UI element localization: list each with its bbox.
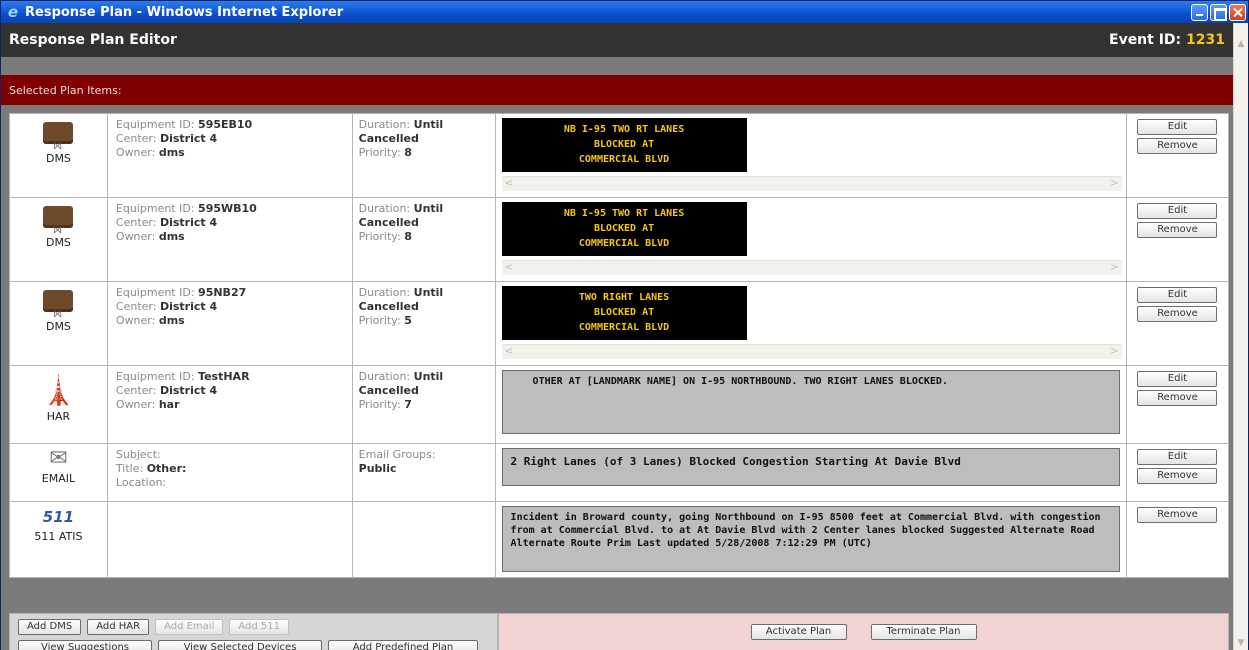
edit-button[interactable]: Edit xyxy=(1137,371,1218,387)
device-type: EMAIL xyxy=(41,472,76,485)
email-message-preview: 2 Right Lanes (of 3 Lanes) Blocked Conge… xyxy=(501,448,1120,486)
email-title: Other: xyxy=(146,462,187,475)
vertical-scrollbar[interactable]: ▲ ▼ xyxy=(1233,23,1248,650)
remove-button[interactable]: Remove xyxy=(1137,138,1218,154)
edit-button[interactable]: Edit xyxy=(1137,119,1218,135)
dms-message-preview: NB I-95 TWO RT LANES BLOCKED AT COMMERCI… xyxy=(501,202,747,256)
view-suggestions-button[interactable]: View Suggestions xyxy=(18,640,152,650)
section-bar: Selected Plan Items: xyxy=(1,75,1233,105)
editor-header: Response Plan Editor Event ID: 1231 xyxy=(1,23,1233,57)
terminate-plan-button[interactable]: Terminate Plan xyxy=(870,624,977,640)
maximize-icon[interactable] xyxy=(1210,3,1227,21)
edit-button[interactable]: Edit xyxy=(1137,449,1218,465)
duration: Until xyxy=(413,370,444,383)
equipment-id: 595EB10 xyxy=(198,118,253,131)
priority: 8 xyxy=(404,230,412,243)
minimize-icon[interactable] xyxy=(1191,3,1208,21)
table-row: DMS Equipment ID: 595EB10 Center: Distri… xyxy=(9,113,1230,198)
add-devices-panel: Add DMS Add HAR Add Email Add 511 View S… xyxy=(9,613,498,650)
scroll-up-icon[interactable]: ▲ xyxy=(1236,39,1246,49)
center: District 4 xyxy=(159,132,218,145)
remove-button[interactable]: Remove xyxy=(1137,507,1218,523)
browser-window: e Response Plan - Windows Internet Explo… xyxy=(0,0,1249,650)
section-label: Selected Plan Items: xyxy=(9,84,122,97)
add-har-button[interactable]: Add HAR xyxy=(87,619,150,635)
window-titlebar: e Response Plan - Windows Internet Explo… xyxy=(1,1,1248,23)
owner: har xyxy=(158,398,180,411)
dms-sign-icon xyxy=(43,290,74,320)
owner: dms xyxy=(158,314,185,327)
activate-plan-button[interactable]: Activate Plan xyxy=(750,624,847,640)
envelope-icon: ✉ xyxy=(49,446,68,471)
add-511-button[interactable]: Add 511 xyxy=(229,619,290,635)
equipment-id: 95NB27 xyxy=(198,286,247,299)
dms-message-preview: NB I-95 TWO RT LANES BLOCKED AT COMMERCI… xyxy=(501,118,747,172)
center: District 4 xyxy=(159,300,218,313)
duration: Until xyxy=(413,202,444,215)
priority: 5 xyxy=(404,314,412,327)
scroll-down-icon[interactable]: ▼ xyxy=(1236,638,1246,648)
owner: dms xyxy=(158,146,185,159)
device-type: DMS xyxy=(45,236,71,249)
action-bar: Add DMS Add HAR Add Email Add 511 View S… xyxy=(9,613,1229,650)
table-row: 🗼 HAR Equipment ID: TestHAR Center: Distr… xyxy=(9,365,1230,444)
table-row: ✉ EMAIL Subject: Title: Other: Location: … xyxy=(9,443,1230,502)
priority: 8 xyxy=(404,146,412,159)
page-content: Response Plan Editor Event ID: 1231 Sele… xyxy=(1,23,1233,650)
table-row: DMS Equipment ID: 595WB10 Center: Distri… xyxy=(9,197,1230,282)
duration: Until xyxy=(413,286,444,299)
radio-tower-icon: 🗼 xyxy=(41,374,76,407)
window-title: Response Plan - Windows Internet Explore… xyxy=(25,4,344,20)
remove-button[interactable]: Remove xyxy=(1137,390,1218,406)
dms-sign-icon xyxy=(43,206,74,236)
dms-message-preview: TWO RIGHT LANES BLOCKED AT COMMERCIAL BL… xyxy=(501,286,747,340)
device-type: DMS xyxy=(45,320,71,333)
horizontal-scrollbar[interactable]: < > xyxy=(501,344,1122,359)
plan-actions-panel: Activate Plan Terminate Plan xyxy=(498,613,1229,650)
event-id-value: 1231 xyxy=(1186,32,1225,48)
remove-button[interactable]: Remove xyxy=(1137,306,1218,322)
device-type: DMS xyxy=(45,152,71,165)
center: District 4 xyxy=(159,384,218,397)
atis-message-preview: Incident in Broward county, going Northb… xyxy=(501,506,1120,572)
priority: 7 xyxy=(404,398,412,411)
plan-items-table: DMS Equipment ID: 595EB10 Center: Distri… xyxy=(9,113,1230,578)
ie-logo-icon: e xyxy=(7,3,19,21)
close-icon[interactable] xyxy=(1229,3,1246,21)
add-predefined-plan-button[interactable]: Add Predefined Plan xyxy=(328,640,478,650)
table-row: 511 511 ATIS Incident in Broward county, … xyxy=(9,501,1230,578)
email-groups: Public xyxy=(358,462,397,475)
view-selected-devices-button[interactable]: View Selected Devices xyxy=(158,640,322,650)
device-type: 511 ATIS xyxy=(34,530,83,543)
horizontal-scrollbar[interactable]: < > xyxy=(501,176,1122,191)
owner: dms xyxy=(158,230,185,243)
event-id: Event ID: 1231 xyxy=(1109,32,1225,48)
dms-sign-icon xyxy=(43,122,74,152)
511-logo-icon: 511 xyxy=(42,508,75,526)
duration: Until xyxy=(413,118,444,131)
center: District 4 xyxy=(159,216,218,229)
add-dms-button[interactable]: Add DMS xyxy=(18,619,82,635)
remove-button[interactable]: Remove xyxy=(1137,222,1218,238)
table-row: DMS Equipment ID: 95NB27 Center: Distric… xyxy=(9,281,1230,366)
add-email-button[interactable]: Add Email xyxy=(155,619,224,635)
page-title: Response Plan Editor xyxy=(9,32,177,48)
equipment-id: TestHAR xyxy=(198,370,250,383)
horizontal-scrollbar[interactable]: < > xyxy=(501,260,1122,275)
edit-button[interactable]: Edit xyxy=(1137,203,1218,219)
remove-button[interactable]: Remove xyxy=(1137,468,1218,484)
edit-button[interactable]: Edit xyxy=(1137,287,1218,303)
har-message-preview: OTHER AT [LANDMARK NAME] ON I-95 NORTHBO… xyxy=(501,370,1120,434)
device-type: HAR xyxy=(46,410,71,423)
equipment-id: 595WB10 xyxy=(198,202,257,215)
